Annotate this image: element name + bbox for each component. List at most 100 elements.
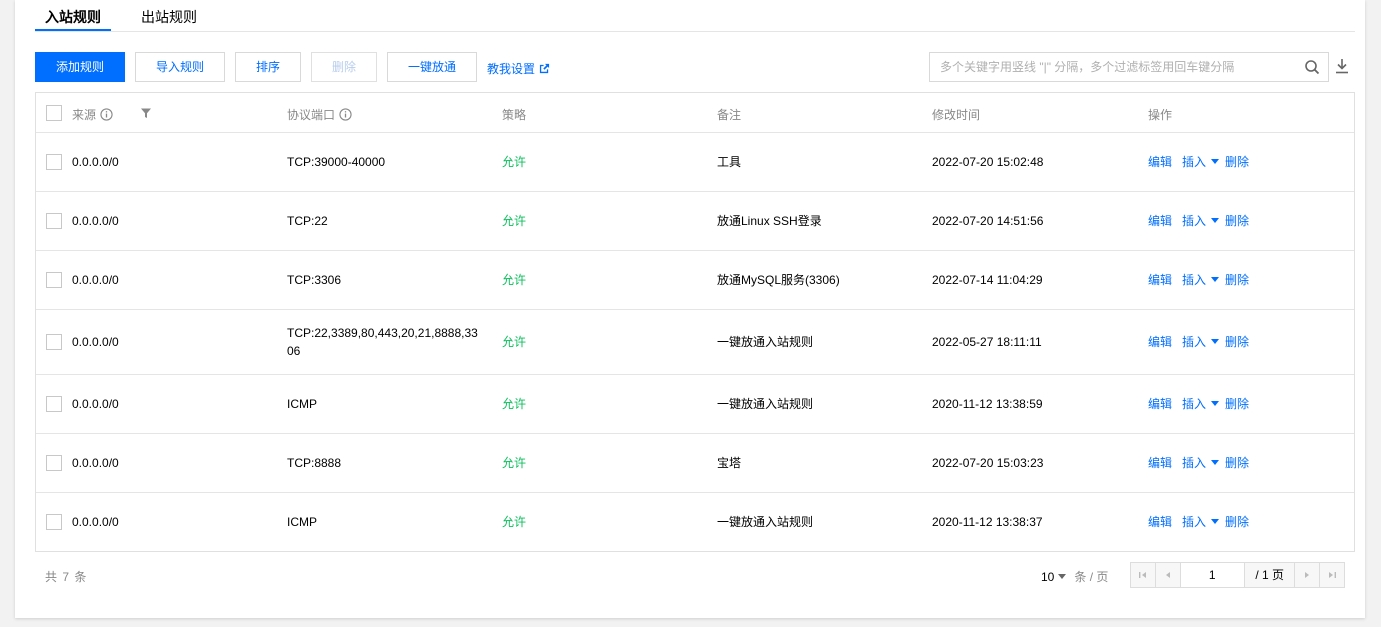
next-page-icon	[1305, 572, 1310, 578]
row-remark: 一键放通入站规则	[717, 397, 814, 411]
security-group-panel: 入站规则 出站规则 添加规则 导入规则 排序 删除 一键放通 教我设置 来源	[15, 0, 1365, 618]
insert-dropdown-icon[interactable]	[1211, 339, 1220, 344]
tab-outbound-rules[interactable]: 出站规则	[141, 8, 197, 26]
edit-link[interactable]: 编辑	[1148, 333, 1172, 350]
first-page-icon	[1138, 572, 1146, 578]
search-icon[interactable]	[1304, 59, 1320, 75]
edit-link[interactable]: 编辑	[1148, 454, 1172, 471]
insert-link[interactable]: 插入	[1182, 333, 1206, 350]
table-row: 0.0.0.0/0 ICMP 允许 一键放通入站规则 2020-11-12 13…	[36, 493, 1354, 551]
search-box	[929, 52, 1329, 82]
tab-inbound-rules[interactable]: 入站规则	[45, 8, 101, 26]
search-input[interactable]	[930, 53, 1300, 81]
download-icon[interactable]	[1335, 58, 1349, 74]
header-protocol-port-label: 协议端口	[287, 108, 336, 122]
insert-link[interactable]: 插入	[1182, 395, 1206, 412]
row-modified-time: 2022-07-20 15:02:48	[932, 155, 1044, 169]
table-row: 0.0.0.0/0 TCP:8888 允许 宝塔 2022-07-20 15:0…	[36, 434, 1354, 493]
header-protocol-port: 协议端口	[287, 106, 352, 123]
row-policy: 允许	[502, 155, 527, 169]
insert-dropdown-icon[interactable]	[1211, 159, 1220, 164]
insert-dropdown-icon[interactable]	[1211, 460, 1220, 465]
row-checkbox[interactable]	[46, 396, 62, 412]
row-policy: 允许	[502, 273, 527, 287]
header-policy: 策略	[502, 108, 527, 122]
delete-link[interactable]: 删除	[1225, 513, 1249, 530]
delete-link[interactable]: 删除	[1225, 271, 1249, 288]
row-checkbox[interactable]	[46, 334, 62, 350]
delete-button[interactable]: 删除	[311, 52, 377, 82]
insert-link[interactable]: 插入	[1182, 212, 1206, 229]
table-row: 0.0.0.0/0 TCP:22,3389,80,443,20,21,8888,…	[36, 310, 1354, 375]
insert-dropdown-icon[interactable]	[1211, 218, 1220, 223]
row-protocol-port: TCP:22	[287, 214, 328, 228]
row-protocol-port: ICMP	[287, 515, 317, 529]
row-checkbox[interactable]	[46, 154, 62, 170]
last-page-button[interactable]	[1319, 563, 1344, 587]
row-operations: 编辑 插入 删除	[1148, 271, 1249, 288]
row-modified-time: 2020-11-12 13:38:59	[932, 397, 1043, 411]
first-page-button[interactable]	[1131, 563, 1156, 587]
insert-dropdown-icon[interactable]	[1211, 401, 1220, 406]
insert-dropdown-icon[interactable]	[1211, 277, 1220, 282]
rule-tabs: 入站规则 出站规则	[35, 0, 1355, 32]
add-rule-button[interactable]: 添加规则	[35, 52, 125, 82]
row-operations: 编辑 插入 删除	[1148, 513, 1249, 530]
page-size-unit: 条 / 页	[1074, 570, 1109, 584]
row-checkbox[interactable]	[46, 272, 62, 288]
table-row: 0.0.0.0/0 TCP:39000-40000 允许 工具 2022-07-…	[36, 133, 1354, 192]
pagination: 1 / 1 页	[1130, 562, 1345, 588]
edit-link[interactable]: 编辑	[1148, 271, 1172, 288]
import-rules-button[interactable]: 导入规则	[135, 52, 225, 82]
insert-link[interactable]: 插入	[1182, 454, 1206, 471]
active-tab-indicator	[35, 29, 111, 31]
delete-link[interactable]: 删除	[1225, 454, 1249, 471]
prev-page-icon	[1165, 572, 1170, 578]
insert-link[interactable]: 插入	[1182, 513, 1206, 530]
info-icon[interactable]	[100, 108, 113, 121]
row-protocol-port: ICMP	[287, 397, 317, 411]
filter-icon[interactable]	[140, 107, 152, 119]
row-remark: 一键放通入站规则	[717, 515, 814, 529]
row-operations: 编辑 插入 删除	[1148, 333, 1249, 350]
insert-link[interactable]: 插入	[1182, 153, 1206, 170]
row-checkbox[interactable]	[46, 455, 62, 471]
row-operations: 编辑 插入 删除	[1148, 454, 1249, 471]
prev-page-button[interactable]	[1156, 563, 1181, 587]
page-size-selector[interactable]: 10 条 / 页	[1041, 568, 1108, 585]
row-protocol-port: TCP:39000-40000	[287, 155, 386, 169]
page-number-input[interactable]: 1	[1180, 563, 1245, 587]
insert-dropdown-icon[interactable]	[1211, 519, 1220, 524]
edit-link[interactable]: 编辑	[1148, 395, 1172, 412]
delete-link[interactable]: 删除	[1225, 333, 1249, 350]
header-modified-time: 修改时间	[932, 108, 981, 122]
edit-link[interactable]: 编辑	[1148, 513, 1172, 530]
edit-link[interactable]: 编辑	[1148, 153, 1172, 170]
row-modified-time: 2022-05-27 18:11:11	[932, 335, 1042, 349]
last-page-icon	[1329, 572, 1337, 578]
open-all-button[interactable]: 一键放通	[387, 52, 477, 82]
row-remark: 放通MySQL服务(3306)	[717, 273, 840, 287]
header-source: 来源	[72, 106, 113, 123]
select-all-checkbox[interactable]	[46, 105, 62, 121]
insert-link[interactable]: 插入	[1182, 271, 1206, 288]
row-protocol-port-line1: TCP:22,3389,80,443,20,21,8888,33	[287, 326, 478, 340]
next-page-button[interactable]	[1294, 563, 1319, 587]
page-size-value[interactable]: 10	[1041, 570, 1054, 584]
row-remark: 一键放通入站规则	[717, 335, 814, 349]
delete-link[interactable]: 删除	[1225, 153, 1249, 170]
sort-button[interactable]: 排序	[235, 52, 301, 82]
delete-link[interactable]: 删除	[1225, 212, 1249, 229]
info-icon[interactable]	[339, 108, 352, 121]
row-protocol-port: TCP:22,3389,80,443,20,21,8888,33 06	[287, 324, 478, 360]
row-checkbox[interactable]	[46, 514, 62, 530]
row-modified-time: 2020-11-12 13:38:37	[932, 515, 1043, 529]
page-size-dropdown-icon[interactable]	[1058, 574, 1067, 579]
row-source: 0.0.0.0/0	[72, 335, 119, 349]
table-row: 0.0.0.0/0 ICMP 允许 一键放通入站规则 2020-11-12 13…	[36, 375, 1354, 434]
edit-link[interactable]: 编辑	[1148, 212, 1172, 229]
row-checkbox[interactable]	[46, 213, 62, 229]
delete-link[interactable]: 删除	[1225, 395, 1249, 412]
help-setup-link[interactable]: 教我设置	[487, 60, 550, 77]
row-protocol-port: TCP:3306	[287, 273, 342, 287]
